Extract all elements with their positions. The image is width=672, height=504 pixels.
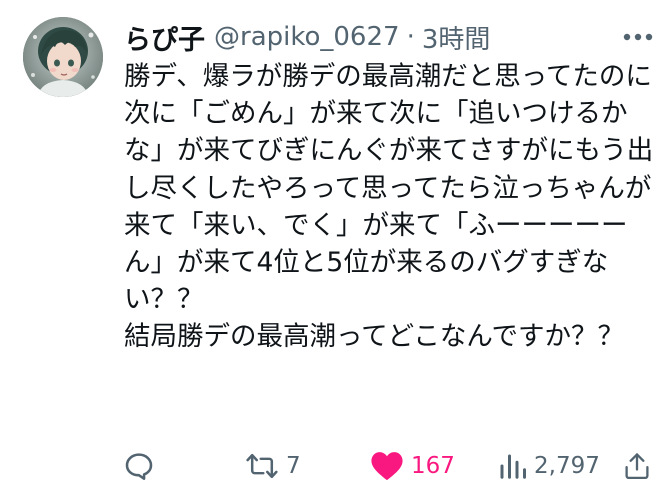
more-options-button[interactable] xyxy=(620,26,656,48)
retweet-icon xyxy=(246,453,278,479)
heart-icon xyxy=(371,452,403,481)
views-count: 2,797 xyxy=(534,453,600,479)
avatar-image xyxy=(23,17,103,97)
user-handle[interactable]: @rapiko_0627 xyxy=(214,22,400,52)
views-icon xyxy=(500,454,526,479)
reply-icon xyxy=(125,453,153,480)
retweet-count: 7 xyxy=(286,453,301,479)
timestamp[interactable]: 3時間 xyxy=(422,19,491,56)
tweet: らぴ子 @rapiko_0627 · 3時間 勝デ、爆ラが勝デの最高潮だと思って… xyxy=(0,0,672,504)
reply-button[interactable] xyxy=(123,446,162,486)
tweet-text: 勝デ、爆ラが勝デの最高潮だと思ってたのに次に「ごめん」が来て次に「追いつけるかな… xyxy=(124,61,654,353)
like-count: 167 xyxy=(411,453,455,479)
more-icon xyxy=(623,33,653,41)
like-button[interactable]: 167 xyxy=(370,446,455,486)
separator-dot: · xyxy=(406,22,415,52)
action-bar: 7 167 2,797 xyxy=(0,446,672,486)
share-icon xyxy=(625,453,649,480)
display-name[interactable]: らぴ子 xyxy=(124,18,205,57)
tweet-header: らぴ子 @rapiko_0627 · 3時間 xyxy=(124,18,491,57)
share-button[interactable] xyxy=(623,446,651,486)
views-button[interactable]: 2,797 xyxy=(497,446,600,486)
retweet-button[interactable]: 7 xyxy=(245,446,301,486)
avatar[interactable] xyxy=(23,17,103,97)
